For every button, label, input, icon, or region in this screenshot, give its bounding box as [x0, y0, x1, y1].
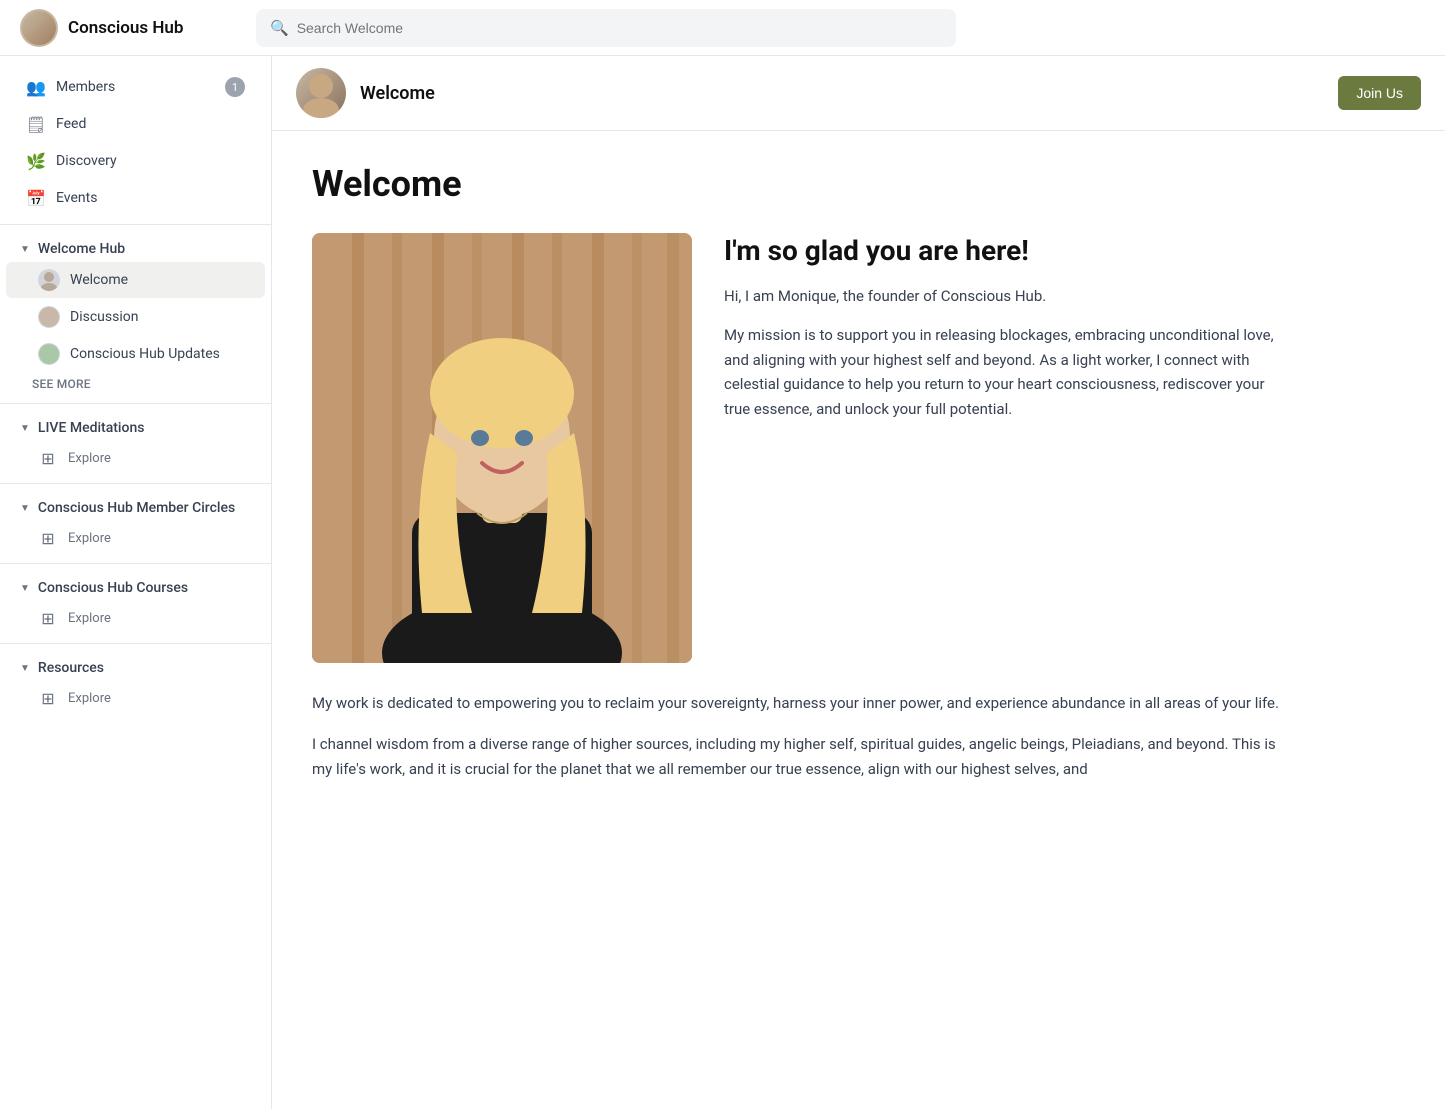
full-text-paragraph-1: My work is dedicated to empowering you t…	[312, 691, 1292, 716]
search-bar[interactable]: 🔍	[256, 9, 956, 47]
full-text-paragraph-2: I channel wisdom from a diverse range of…	[312, 732, 1292, 782]
sidebar-label-explore-4: Explore	[68, 691, 111, 706]
events-icon: 📅	[26, 188, 46, 208]
welcome-full-text: My work is dedicated to empowering you t…	[312, 691, 1292, 781]
sidebar-divider-3	[0, 483, 271, 484]
sidebar-divider-5	[0, 643, 271, 644]
notification-badge: 1	[225, 77, 245, 97]
page-body: Welcome	[272, 131, 1332, 829]
avatar-welcome	[38, 269, 60, 291]
welcome-body: Hi, I am Monique, the founder of Conscio…	[724, 284, 1292, 422]
content-header: Welcome Join Us	[272, 56, 1445, 131]
grid-icon-3: ⊞	[38, 608, 58, 628]
group-label-welcome-hub: Welcome Hub	[38, 241, 125, 257]
members-icon: 👥	[26, 77, 46, 97]
grid-icon-4: ⊞	[38, 688, 58, 708]
sidebar-label-explore-1: Explore	[68, 451, 111, 466]
sidebar-item-conscious-hub-updates[interactable]: Conscious Hub Updates	[6, 336, 265, 372]
sidebar-item-members[interactable]: 👥 Members 1	[6, 69, 265, 105]
sidebar-label-conscious-hub-updates: Conscious Hub Updates	[70, 346, 220, 362]
sidebar-item-events[interactable]: 📅 Events	[6, 180, 265, 216]
sidebar-label-welcome: Welcome	[70, 272, 128, 288]
sidebar-item-feed[interactable]: 🗒 Feed	[6, 106, 265, 142]
group-courses[interactable]: ▼ Conscious Hub Courses	[0, 572, 271, 600]
search-icon: 🔍	[270, 19, 289, 37]
group-label-resources: Resources	[38, 660, 104, 676]
sidebar-item-explore-resources[interactable]: ⊞ Explore	[6, 681, 265, 715]
avatar-conscious-hub-updates	[38, 343, 60, 365]
chevron-down-icon-2: ▼	[20, 423, 30, 434]
group-label-live-meditations: LIVE Meditations	[38, 420, 145, 436]
app-logo	[20, 9, 58, 47]
logo-area: Conscious Hub	[20, 9, 240, 47]
avatar-discussion	[38, 306, 60, 328]
sidebar-item-discovery[interactable]: 🌿 Discovery	[6, 143, 265, 179]
chevron-down-icon-4: ▼	[20, 583, 30, 594]
content-header-title: Welcome	[360, 83, 1324, 104]
sidebar-label-members: Members	[56, 79, 115, 95]
sidebar-item-discussion[interactable]: Discussion	[6, 299, 265, 335]
grid-icon-1: ⊞	[38, 448, 58, 468]
sidebar-label-discovery: Discovery	[56, 153, 117, 169]
feed-icon: 🗒	[26, 114, 46, 134]
main-content: Welcome Join Us Welcome	[272, 56, 1445, 1109]
join-us-button[interactable]: Join Us	[1338, 76, 1421, 110]
grid-icon-2: ⊞	[38, 528, 58, 548]
sidebar-label-explore-2: Explore	[68, 531, 111, 546]
chevron-down-icon-5: ▼	[20, 663, 30, 674]
welcome-text: I'm so glad you are here! Hi, I am Moniq…	[724, 233, 1292, 663]
group-resources[interactable]: ▼ Resources	[0, 652, 271, 680]
main-layout: 👥 Members 1 🗒 Feed 🌿 Discovery 📅 Events …	[0, 56, 1445, 1109]
group-live-meditations[interactable]: ▼ LIVE Meditations	[0, 412, 271, 440]
group-welcome-hub[interactable]: ▼ Welcome Hub	[0, 233, 271, 261]
welcome-photo	[312, 233, 692, 663]
see-more-welcome-hub[interactable]: SEE MORE	[0, 373, 271, 395]
sidebar-label-explore-3: Explore	[68, 611, 111, 626]
sidebar-item-explore-meditations[interactable]: ⊞ Explore	[6, 441, 265, 475]
content-header-avatar	[296, 68, 346, 118]
search-input[interactable]	[297, 20, 942, 36]
top-navigation: Conscious Hub 🔍	[0, 0, 1445, 56]
intro-paragraph: Hi, I am Monique, the founder of Conscio…	[724, 284, 1292, 309]
sidebar-item-explore-circles[interactable]: ⊞ Explore	[6, 521, 265, 555]
welcome-headline: I'm so glad you are here!	[724, 233, 1292, 268]
sidebar-divider-1	[0, 224, 271, 225]
app-title: Conscious Hub	[68, 18, 183, 38]
group-member-circles[interactable]: ▼ Conscious Hub Member Circles	[0, 492, 271, 520]
sidebar-item-explore-courses[interactable]: ⊞ Explore	[6, 601, 265, 635]
chevron-down-icon: ▼	[20, 244, 30, 255]
sidebar-label-events: Events	[56, 190, 97, 206]
welcome-section: I'm so glad you are here! Hi, I am Moniq…	[312, 233, 1292, 663]
mission-paragraph: My mission is to support you in releasin…	[724, 323, 1292, 422]
sidebar: 👥 Members 1 🗒 Feed 🌿 Discovery 📅 Events …	[0, 56, 272, 1109]
sidebar-item-welcome[interactable]: Welcome	[6, 262, 265, 298]
sidebar-label-feed: Feed	[56, 116, 86, 132]
group-label-member-circles: Conscious Hub Member Circles	[38, 500, 235, 516]
discovery-icon: 🌿	[26, 151, 46, 171]
page-title: Welcome	[312, 163, 1292, 205]
group-label-courses: Conscious Hub Courses	[38, 580, 188, 596]
chevron-down-icon-3: ▼	[20, 503, 30, 514]
sidebar-divider-2	[0, 403, 271, 404]
sidebar-label-discussion: Discussion	[70, 309, 138, 325]
sidebar-divider-4	[0, 563, 271, 564]
